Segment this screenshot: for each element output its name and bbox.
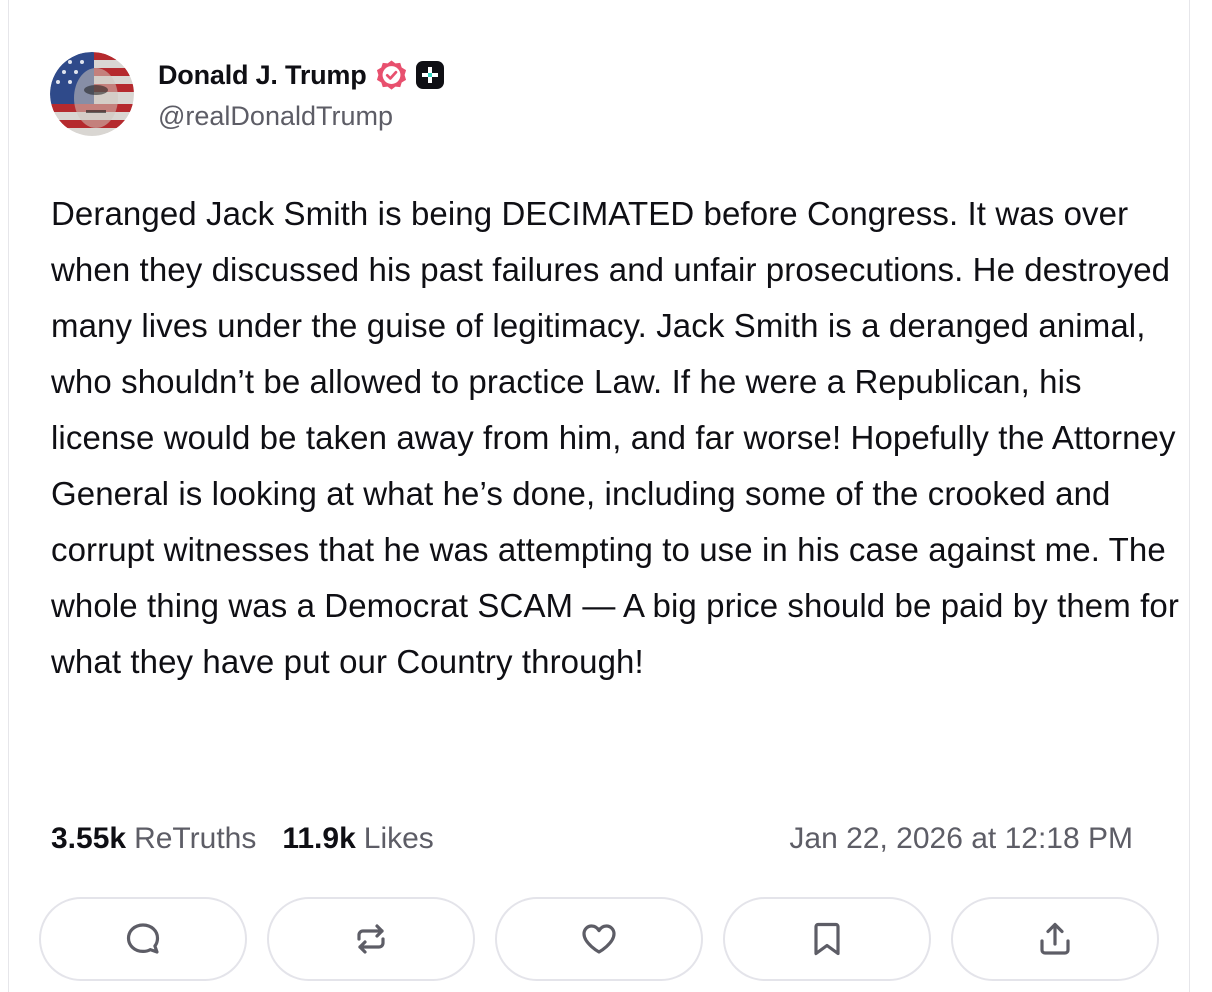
likes-label[interactable]: Likes <box>364 822 434 856</box>
retruths-count[interactable]: 3.55k <box>51 822 126 856</box>
plus-badge-icon <box>415 60 445 90</box>
bookmark-button[interactable] <box>723 897 931 981</box>
post-body: Deranged Jack Smith is being DECIMATED b… <box>51 195 1179 680</box>
post-card: Donald J. Trump @realDonaldTrump Derange… <box>8 0 1190 992</box>
author-row: Donald J. Trump <box>158 58 445 92</box>
share-icon <box>1040 922 1070 955</box>
reply-button[interactable] <box>39 897 247 981</box>
retruths-label[interactable]: ReTruths <box>134 822 256 856</box>
author-handle[interactable]: @realDonaldTrump <box>158 101 393 132</box>
post-timestamp: Jan 22, 2026 at 12:18 PM <box>789 822 1133 855</box>
author-name[interactable]: Donald J. Trump <box>158 60 367 91</box>
like-icon <box>582 924 616 954</box>
avatar[interactable] <box>50 52 134 136</box>
bookmark-icon <box>814 922 840 956</box>
like-button[interactable] <box>495 897 703 981</box>
retruth-button[interactable] <box>267 897 475 981</box>
retruth-icon <box>357 924 385 954</box>
likes-count[interactable]: 11.9k <box>282 822 355 856</box>
post-stats: 3.55k ReTruths 11.9k Likes <box>51 822 434 856</box>
verified-badge-icon <box>375 59 408 92</box>
reply-icon <box>126 923 160 954</box>
share-button[interactable] <box>951 897 1159 981</box>
